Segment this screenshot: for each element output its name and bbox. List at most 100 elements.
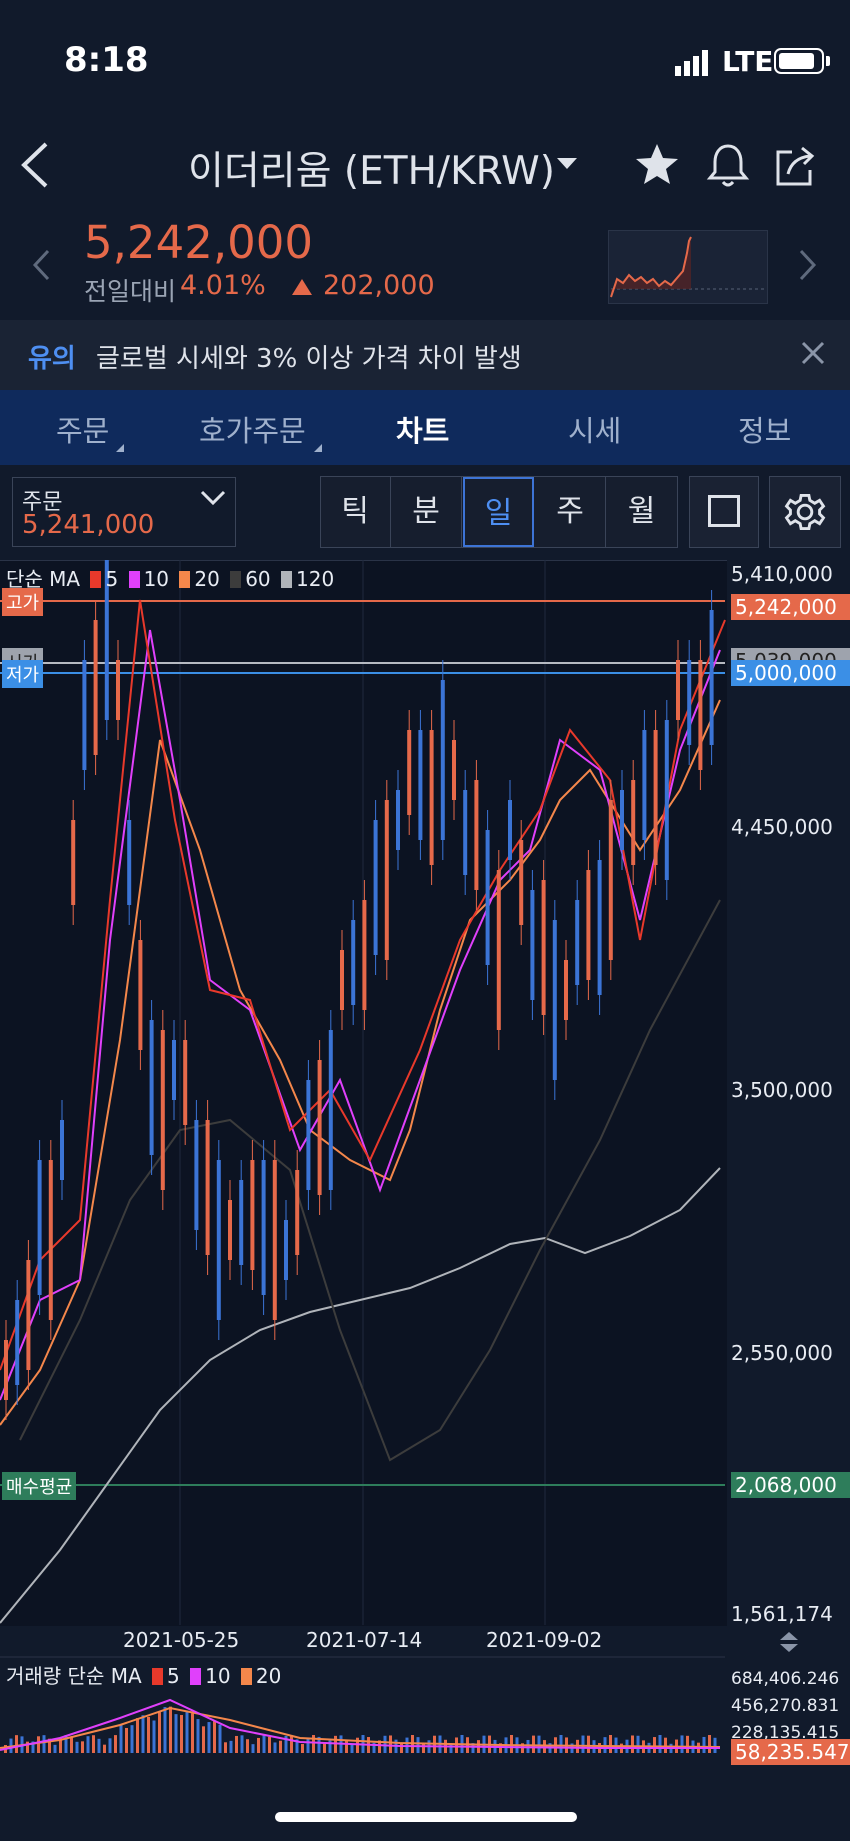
vol-ma20-label: 20 [255, 1664, 282, 1688]
period-month-button[interactable]: 월 [606, 477, 677, 547]
candle-body [564, 960, 568, 1020]
candle-body [194, 1120, 199, 1230]
candle-body [519, 840, 524, 925]
volume-bar [224, 1742, 227, 1753]
page-title[interactable]: 이더리움 (ETH/KRW) [188, 140, 555, 196]
star-icon[interactable] [632, 140, 682, 190]
tab-chart[interactable]: 차트 [396, 408, 449, 450]
prev-day-label: 전일대비 [84, 277, 177, 306]
tab-corner-mark [314, 444, 322, 452]
x-tick-label: 2021-05-25 [123, 1628, 240, 1652]
candle-body [116, 660, 120, 720]
volume-bar [262, 1735, 266, 1753]
candle-body [317, 1060, 322, 1195]
period-day-button[interactable]: 일 [463, 477, 534, 547]
candle-body [328, 1030, 333, 1190]
volume-bar [141, 1715, 145, 1753]
candle-body [183, 1040, 188, 1125]
candle-body [306, 1080, 311, 1190]
current-price: 5,242,000 [84, 216, 314, 269]
volume-bar [273, 1742, 277, 1753]
vol-ma5-swatch [152, 1668, 164, 1685]
volume-bar [658, 1735, 662, 1753]
chevron-down-icon[interactable] [200, 490, 226, 506]
volume-tick-label: 684,406.246 [731, 1669, 840, 1689]
tab-orderbook-order[interactable]: 호가주문 [199, 408, 306, 450]
candlestick-chart[interactable] [0, 560, 850, 1775]
candle-body [284, 1220, 288, 1280]
mini-price-chart[interactable] [608, 230, 768, 304]
candle-body [82, 660, 87, 770]
volume-bar [114, 1735, 117, 1753]
drawing-tool-button[interactable] [689, 476, 759, 548]
volume-bar [196, 1719, 200, 1753]
change-amount: 202,000 [323, 270, 435, 301]
period-tick-button[interactable]: 틱 [320, 477, 391, 547]
network-label: LTE [722, 45, 774, 78]
volume-bar [53, 1744, 57, 1753]
candle-body [71, 820, 76, 905]
chevron-down-icon[interactable] [555, 156, 579, 172]
volume-bar [653, 1737, 656, 1753]
high-line-label: 고가 [2, 588, 44, 616]
volume-bar [15, 1735, 18, 1753]
volume-bar [163, 1707, 167, 1753]
volume-bar [251, 1744, 255, 1753]
candle-body [373, 820, 378, 955]
y-tick-label: 1,561,174 [731, 1602, 833, 1626]
volume-bar [152, 1720, 156, 1753]
ma120-label: 120 [296, 567, 335, 591]
candle-body [149, 1020, 154, 1155]
y-tick-label: 3,500,000 [731, 1078, 833, 1102]
volume-bar [389, 1735, 392, 1753]
vol-ma10-label: 10 [205, 1664, 231, 1688]
candle-body [340, 950, 344, 1010]
candle-body [687, 660, 692, 745]
ma120-line [0, 1167, 721, 1624]
volume-bar [108, 1738, 112, 1753]
candle-body [440, 680, 445, 840]
square-icon [708, 495, 740, 527]
close-icon[interactable] [800, 340, 826, 366]
tab-quotes[interactable]: 시세 [568, 408, 621, 450]
volume-bar [708, 1735, 711, 1753]
candle-body [575, 900, 580, 985]
candle-body [664, 720, 669, 880]
order-value: 5,241,000 [22, 510, 155, 540]
chevron-right-icon[interactable] [795, 248, 819, 282]
chevron-left-icon[interactable] [30, 248, 54, 282]
candle-body [631, 780, 636, 865]
back-icon[interactable] [18, 140, 58, 190]
candle-body [250, 1160, 255, 1270]
volume-bar [97, 1738, 101, 1753]
period-week-button[interactable]: 주 [535, 477, 606, 547]
volume-bar [229, 1740, 233, 1753]
volume-bar [169, 1706, 172, 1753]
notice-tag: 유의 [28, 344, 76, 374]
gear-icon[interactable] [769, 476, 841, 548]
candle-body [698, 660, 703, 770]
volume-bar [240, 1735, 244, 1753]
candle-body [384, 800, 389, 960]
volume-bar [235, 1735, 238, 1753]
period-minute-button[interactable]: 분 [391, 477, 462, 547]
volume-bar [510, 1735, 513, 1753]
status-time: 8:18 [64, 40, 149, 80]
share-icon[interactable] [770, 140, 820, 190]
candle-body [429, 730, 434, 865]
candle-body [452, 740, 456, 800]
tab-info[interactable]: 정보 [738, 408, 791, 450]
volume-bar [147, 1716, 150, 1753]
tab-order[interactable]: 주문 [56, 408, 109, 450]
volume-bar [125, 1727, 128, 1753]
vol-ma5-label: 5 [167, 1664, 180, 1688]
bell-icon[interactable] [703, 140, 753, 190]
volume-bar [180, 1715, 183, 1753]
ma20-swatch [179, 571, 191, 588]
home-indicator[interactable] [275, 1812, 577, 1822]
candle-body [474, 780, 479, 890]
scale-toggle-icon[interactable] [778, 1630, 800, 1654]
volume-bar [416, 1737, 420, 1753]
volume-bar [587, 1735, 590, 1753]
volume-bar [323, 1742, 326, 1753]
